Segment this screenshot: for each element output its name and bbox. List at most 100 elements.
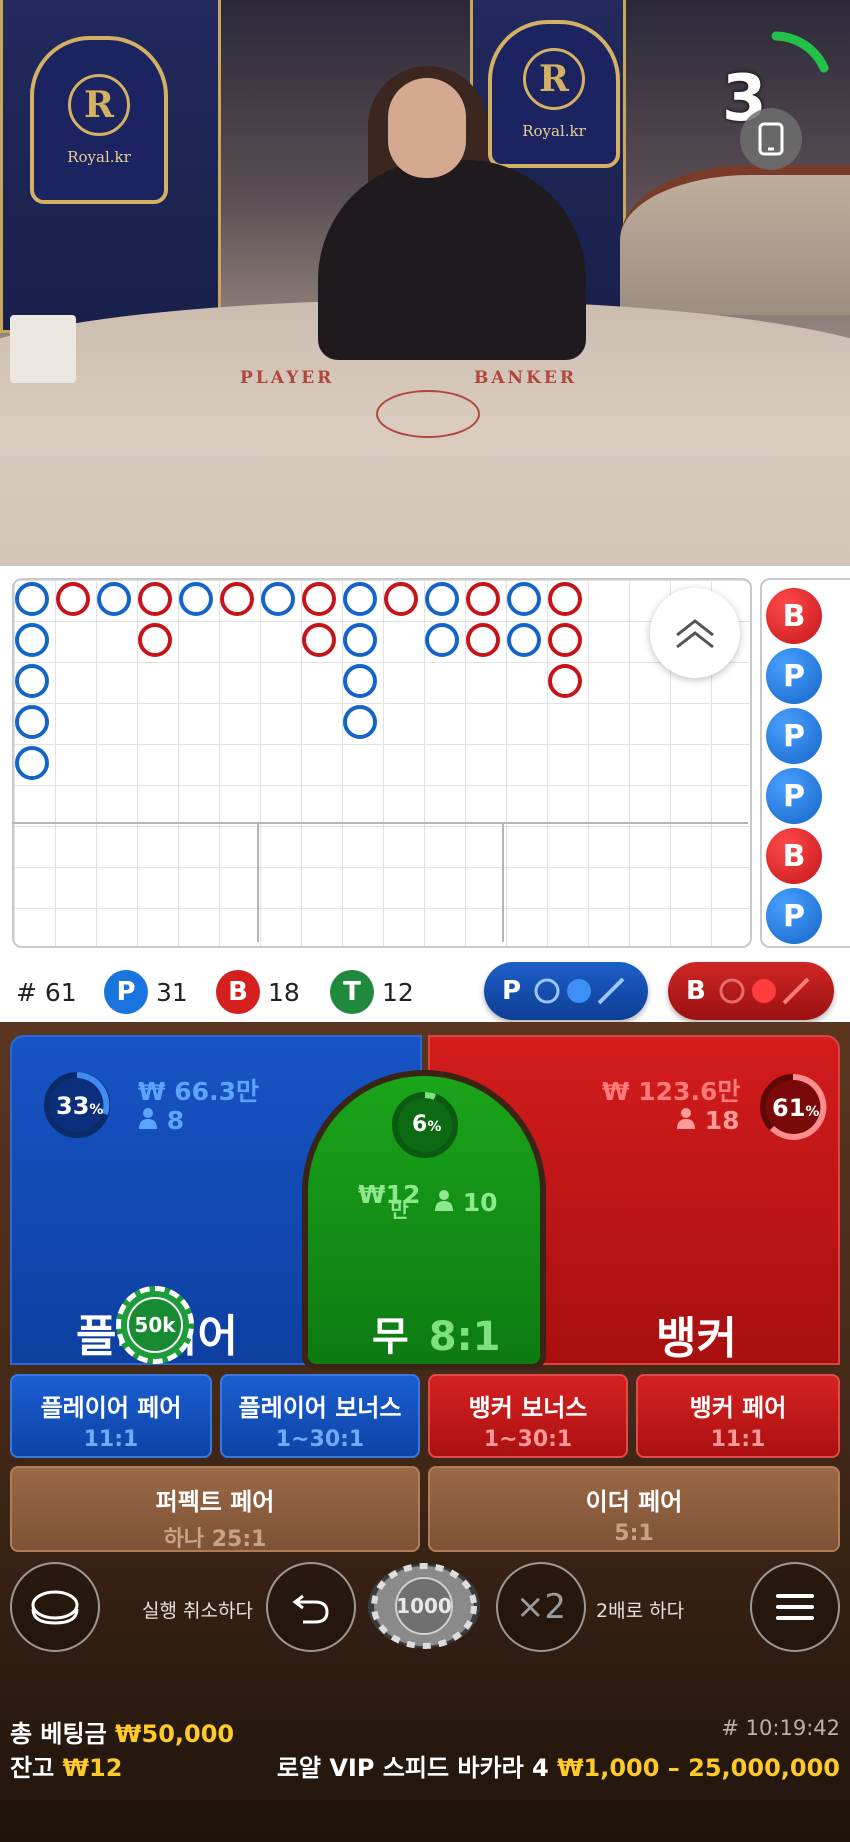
player-bettor-count-value: 8 xyxy=(166,1106,185,1135)
double-button[interactable]: ×2 xyxy=(496,1562,586,1652)
player-win-count: P 31 xyxy=(104,970,188,1014)
big-road-player-mark xyxy=(343,582,377,616)
player-percent-value: 33 xyxy=(56,1092,90,1120)
player-ask-button[interactable]: P xyxy=(484,962,648,1020)
big-road-player-mark xyxy=(425,582,459,616)
player-pair-label: 플레이어 페어 xyxy=(40,1394,182,1422)
player-bonus-label: 플레이어 보너스 xyxy=(238,1394,402,1422)
chip-selector-button[interactable]: 1000 xyxy=(366,1562,482,1650)
big-road-player-mark xyxy=(15,664,49,698)
tie-percent-value: 6 xyxy=(412,1112,428,1137)
device-toggle-button[interactable] xyxy=(740,108,802,170)
player-badge: P xyxy=(104,970,148,1014)
banker-count-value: 18 xyxy=(268,977,300,1007)
player-count-value: 31 xyxy=(156,977,188,1007)
player-bonus-bet[interactable]: 플레이어 보너스 1~30:1 xyxy=(220,1374,420,1458)
banker-percent-sign: % xyxy=(805,1104,820,1120)
player-bettor-count: 8 xyxy=(138,1106,184,1135)
big-road-banker-mark xyxy=(384,582,418,616)
bead-player: P xyxy=(766,888,822,944)
royal-logo-right: R Royal.kr xyxy=(488,20,620,168)
big-road-banker-mark xyxy=(302,582,336,616)
either-pair-label: 이더 페어 xyxy=(585,1488,683,1516)
expand-roadmap-button[interactable] xyxy=(650,588,740,678)
double-icon: ×2 xyxy=(515,1587,567,1627)
big-road-banker-mark xyxy=(56,582,90,616)
banker-bonus-odds: 1~30:1 xyxy=(483,1427,573,1452)
player-pair-bet[interactable]: 플레이어 페어 11:1 xyxy=(10,1374,212,1458)
tie-percent: 6% xyxy=(412,1112,441,1137)
bead-banker: B xyxy=(766,828,822,884)
undo-label: 실행 취소하다 xyxy=(142,1600,253,1622)
big-road-banker-mark xyxy=(548,664,582,698)
player-pair-odds: 11:1 xyxy=(83,1427,139,1452)
either-pair-bet[interactable]: 이더 페어 5:1 xyxy=(428,1466,840,1552)
balance: 잔고 ₩12 xyxy=(10,1748,122,1783)
dealer-face xyxy=(388,78,466,178)
big-road-banker-mark xyxy=(466,623,500,657)
balance-label: 잔고 xyxy=(10,1754,55,1782)
bead-player: P xyxy=(766,708,822,764)
big-road-player-mark xyxy=(15,705,49,739)
bead-player: P xyxy=(766,648,822,704)
big-road-player-mark xyxy=(15,623,49,657)
perfect-pair-odds: 하나 25:1 xyxy=(163,1527,267,1552)
tie-amount-unit: 만 xyxy=(390,1198,409,1222)
banker-total-amount: ₩ 123.6만 xyxy=(602,1077,741,1106)
undo-icon xyxy=(292,1594,329,1624)
tie-total-amount: ₩12만 xyxy=(358,1180,439,1222)
tie-odds: 8:1 xyxy=(428,1314,501,1360)
banker-bettor-count: 18 xyxy=(676,1106,740,1135)
banker-pair-label: 뱅커 페어 xyxy=(689,1394,787,1422)
big-road-player-mark xyxy=(343,623,377,657)
total-bet-label: 총 베팅금 xyxy=(10,1720,107,1748)
player-bonus-odds: 1~30:1 xyxy=(275,1427,365,1452)
banker-ask-label: B xyxy=(686,976,706,1006)
person-icon xyxy=(677,1108,695,1129)
tie-badge: T xyxy=(330,970,374,1014)
placed-chip-value: 50k xyxy=(127,1297,183,1353)
banker-ask-button[interactable]: B xyxy=(668,962,834,1020)
perfect-pair-bet[interactable]: 퍼펙트 페어 하나 25:1 xyxy=(10,1466,420,1552)
table-name: 로얄 VIP 스피드 바카라 4 xyxy=(276,1754,549,1782)
big-road-player-mark xyxy=(507,582,541,616)
tie-count: T 12 xyxy=(330,970,414,1014)
felt-banker-label: BANKER xyxy=(474,368,577,388)
table-limits: ₩1,000 – 25,000,000 xyxy=(557,1754,840,1782)
logo-text: Royal.kr xyxy=(522,122,586,140)
banker-percent-value: 61 xyxy=(772,1094,806,1122)
card-deck xyxy=(10,315,76,383)
menu-button[interactable] xyxy=(750,1562,840,1652)
banker-bonus-bet[interactable]: 뱅커 보너스 1~30:1 xyxy=(428,1374,628,1458)
big-road-banker-mark xyxy=(466,582,500,616)
total-bet: 총 베팅금 ₩50,000 xyxy=(10,1714,234,1749)
big-road-player-mark xyxy=(97,582,131,616)
undo-button[interactable] xyxy=(266,1562,356,1652)
round-count-label: # 61 xyxy=(16,977,77,1007)
banker-pair-bet[interactable]: 뱅커 페어 11:1 xyxy=(636,1374,840,1458)
bead-banker: B xyxy=(766,588,822,644)
chip-value: 1000 xyxy=(396,1594,452,1618)
round-count: # 61 xyxy=(16,970,77,1014)
player-percent-sign: % xyxy=(89,1102,104,1118)
big-road-player-mark xyxy=(179,582,213,616)
big-road-banker-mark xyxy=(548,623,582,657)
tie-bettor-count-value: 10 xyxy=(462,1188,498,1217)
balance-value: ₩12 xyxy=(62,1754,123,1782)
placed-chip[interactable]: 50k xyxy=(116,1286,194,1364)
tie-label-text: 무 xyxy=(372,1314,409,1360)
double-label: 2배로 하다 xyxy=(596,1600,685,1622)
phone-icon xyxy=(758,122,784,156)
big-road-player-mark xyxy=(15,746,49,780)
hamburger-menu-icon xyxy=(776,1594,814,1620)
logo-letter: R xyxy=(68,74,130,136)
tie-bettor-count: 10 xyxy=(434,1188,498,1217)
banker-badge: B xyxy=(216,970,260,1014)
bead-road[interactable]: BPPPBP xyxy=(760,578,850,948)
road-marks xyxy=(15,582,582,780)
either-pair-odds: 5:1 xyxy=(614,1521,654,1546)
live-video-feed: R Royal.kr R Royal.kr PLAYER BANKER 3 xyxy=(0,0,850,566)
table-view-button[interactable] xyxy=(10,1562,100,1652)
person-icon xyxy=(139,1108,157,1129)
table-info: 로얄 VIP 스피드 바카라 4 ₩1,000 – 25,000,000 xyxy=(277,1748,840,1783)
